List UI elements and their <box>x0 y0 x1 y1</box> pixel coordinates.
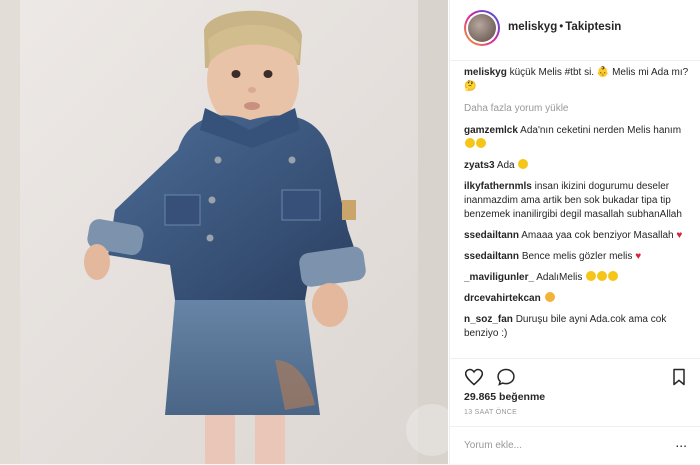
comment-item: _maviligunler_ AdalıMelis <box>464 271 692 285</box>
header-username[interactable]: meliskyg <box>508 21 557 33</box>
comment-item: ssedailtann Amaaa yaa cok benziyor Masal… <box>464 229 692 243</box>
more-options-icon[interactable]: ... <box>675 434 687 450</box>
avatar-ring <box>466 12 498 44</box>
comment-username[interactable]: ilkyfathernmls <box>464 181 532 192</box>
comment-item: ssedailtann Bence melis gözler melis ♥ <box>464 250 692 264</box>
comments-list: meliskyg küçük Melis #tbt si. 👶 Melis mi… <box>464 66 692 358</box>
blushing-emoji-icon <box>586 271 597 281</box>
load-more-comments[interactable]: Daha fazla yorum yükle <box>464 102 692 116</box>
header-separator: • <box>559 21 564 33</box>
blushing-emoji-icon <box>608 271 619 281</box>
bookmark-icon[interactable] <box>669 367 689 387</box>
comment-text: Ada'nın ceketini nerden Melis hanım <box>520 125 682 136</box>
comment-username[interactable]: gamzemlck <box>464 125 518 136</box>
thumbs-up-emoji-icon <box>544 292 555 302</box>
comment-item: ilkyfathernmls insan ikizini dogurumu de… <box>464 180 692 222</box>
post-timestamp: 13 SAAT ÖNCE <box>464 409 518 416</box>
avatar-image <box>468 14 496 42</box>
laughing-emoji-icon <box>465 138 475 148</box>
heart-outline-icon[interactable] <box>464 367 484 387</box>
comment-bubble-icon[interactable] <box>496 367 516 387</box>
red-heart-emoji-icon: ♥ <box>635 251 642 262</box>
toddler-photo-illustration <box>0 0 448 464</box>
blushing-emoji-icon <box>597 271 608 281</box>
user-avatar[interactable] <box>464 10 500 46</box>
comment-username[interactable]: n_soz_fan <box>464 314 513 325</box>
comment-username[interactable]: drcevahirtekcan <box>464 293 541 304</box>
caption-username[interactable]: meliskyg <box>464 67 507 78</box>
comment-text: AdalıMelis <box>536 272 583 283</box>
comment-username[interactable]: ssedailtann <box>464 251 519 262</box>
heart-eyes-emoji-icon <box>518 159 529 169</box>
red-heart-emoji-icon: ♥ <box>676 230 683 241</box>
header-text: meliskyg • Takiptesin <box>508 21 621 33</box>
follow-status[interactable]: Takiptesin <box>565 21 621 33</box>
comment-item: gamzemlck Ada'nın ceketini nerden Melis … <box>464 124 692 152</box>
comment-text: Bence melis gözler melis <box>521 251 633 262</box>
comment-username[interactable]: zyats3 <box>464 160 495 171</box>
post-photo[interactable] <box>0 0 448 464</box>
instagram-post-view: meliskyg • Takiptesin meliskyg küçük Melis… <box>0 0 700 464</box>
post-header: meliskyg • Takiptesin <box>450 0 700 61</box>
likes-count[interactable]: 29.865 beğenme <box>464 391 545 403</box>
laughing-emoji-icon <box>476 138 486 148</box>
comment-text: Ada <box>496 160 515 171</box>
add-comment-input[interactable]: Yorum ekle... <box>464 440 522 451</box>
add-comment-bar: Yorum ekle... ... <box>450 426 700 465</box>
comment-username[interactable]: ssedailtann <box>464 230 519 241</box>
post-actions: 29.865 beğenme 13 SAAT ÖNCE Yorum ekle..… <box>450 358 700 465</box>
post-side-panel: meliskyg • Takiptesin meliskyg küçük Melis… <box>449 0 700 464</box>
comment-username[interactable]: _maviligunler_ <box>464 272 534 283</box>
caption: meliskyg küçük Melis #tbt si. 👶 Melis mi… <box>464 66 692 94</box>
comment-text: Amaaa yaa cok benziyor Masallah <box>521 230 674 241</box>
comment-item: zyats3 Ada <box>464 159 692 173</box>
comment-item: drcevahirtekcan <box>464 292 692 306</box>
comment-item: n_soz_fan Duruşu bile ayni Ada.cok ama c… <box>464 313 692 341</box>
